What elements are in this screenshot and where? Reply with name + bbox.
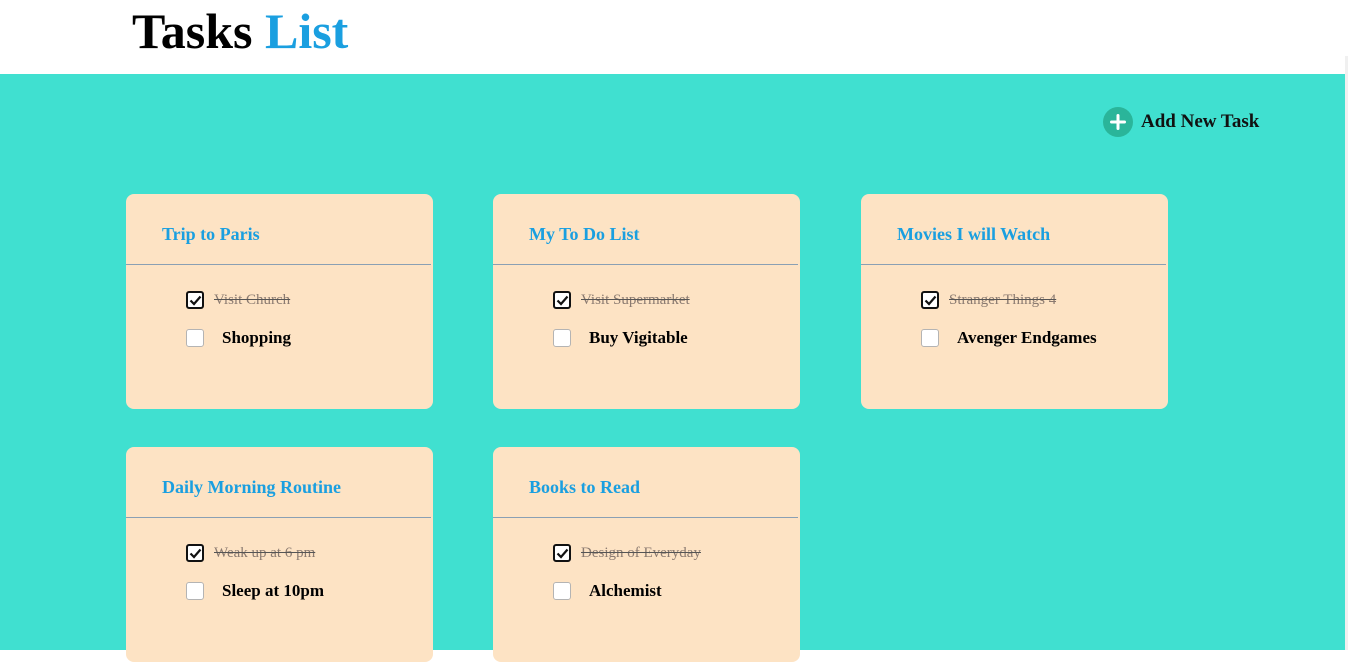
card-title: Movies I will Watch: [897, 224, 1051, 244]
add-new-task-button[interactable]: Add New Task: [1103, 107, 1259, 137]
task-card: My To Do List Visit Supermarket Buy Vigi…: [493, 194, 800, 409]
task-label: Visit Supermarket: [581, 291, 690, 308]
task-item: Avenger Endgames: [921, 328, 1097, 348]
plus-circle-icon: [1103, 107, 1133, 137]
task-item: Alchemist: [553, 581, 662, 601]
task-label: Shopping: [222, 328, 291, 347]
task-checkbox[interactable]: [553, 582, 571, 600]
task-card: Movies I will Watch Stranger Things 4 Av…: [861, 194, 1168, 409]
page-title-accent: List: [264, 3, 349, 59]
card-title: Daily Morning Routine: [162, 477, 342, 497]
task-checkbox[interactable]: [553, 329, 571, 347]
task-label: Stranger Things 4: [949, 291, 1057, 308]
checkmark-icon: [189, 548, 201, 559]
task-label: Buy Vigitable: [589, 328, 688, 347]
checkmark-icon: [556, 548, 568, 559]
card-divider: [126, 264, 431, 265]
task-card: Trip to Paris Visit Church Shopping: [126, 194, 433, 409]
task-card: Books to Read Design of Everyday Alchemi…: [493, 447, 800, 662]
task-item: Sleep at 10pm: [186, 581, 324, 601]
page-title: Tasks List: [132, 2, 348, 60]
card-title: Trip to Paris: [162, 224, 260, 244]
task-checkbox[interactable]: [186, 582, 204, 600]
checkmark-icon: [189, 295, 201, 306]
task-item: Visit Supermarket: [553, 291, 690, 309]
task-card: Daily Morning Routine Weak up at 6 pm Sl…: [126, 447, 433, 662]
task-item: Shopping: [186, 328, 291, 348]
task-checkbox[interactable]: [921, 329, 939, 347]
card-divider: [126, 517, 431, 518]
card-divider: [493, 264, 798, 265]
page-header: Tasks List: [0, 0, 1348, 74]
task-checkbox-checked[interactable]: [186, 544, 204, 562]
task-item: Visit Church: [186, 291, 290, 309]
task-item: Design of Everyday: [553, 544, 701, 562]
card-divider: [493, 517, 798, 518]
task-checkbox-checked[interactable]: [553, 544, 571, 562]
add-new-task-label: Add New Task: [1141, 111, 1260, 132]
task-label: Visit Church: [214, 291, 291, 308]
card-title: My To Do List: [529, 224, 640, 244]
card-title: Books to Read: [529, 477, 641, 497]
task-label: Alchemist: [589, 581, 662, 600]
task-label: Design of Everyday: [581, 544, 701, 561]
task-item: Buy Vigitable: [553, 328, 688, 348]
checkmark-icon: [924, 295, 936, 306]
page-title-main: Tasks: [132, 3, 253, 59]
task-checkbox-checked[interactable]: [921, 291, 939, 309]
task-checkbox-checked[interactable]: [553, 291, 571, 309]
task-label: Sleep at 10pm: [222, 581, 324, 600]
task-label: Avenger Endgames: [957, 328, 1097, 347]
task-board: Add New Task Trip to Paris Visit Church …: [0, 74, 1345, 662]
checkmark-icon: [556, 295, 568, 306]
task-checkbox-checked[interactable]: [186, 291, 204, 309]
task-label: Weak up at 6 pm: [214, 544, 316, 561]
task-item: Weak up at 6 pm: [186, 544, 315, 562]
task-item: Stranger Things 4: [921, 291, 1056, 309]
task-checkbox[interactable]: [186, 329, 204, 347]
card-divider: [861, 264, 1166, 265]
